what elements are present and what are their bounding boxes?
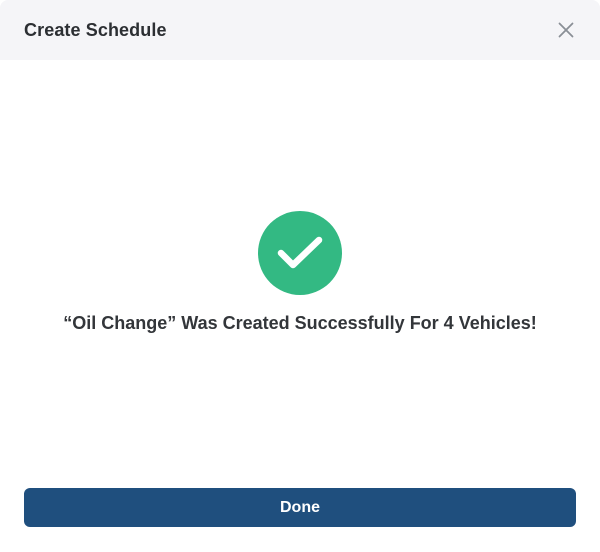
- create-schedule-dialog: Create Schedule “Oil Change” Was Created…: [0, 0, 600, 552]
- close-icon: [558, 22, 574, 38]
- checkmark-icon: [277, 236, 323, 269]
- success-message: “Oil Change” Was Created Successfully Fo…: [63, 313, 537, 333]
- dialog-footer: Done: [24, 488, 576, 527]
- success-badge: [258, 211, 342, 295]
- dialog-header: Create Schedule: [0, 0, 600, 60]
- done-button[interactable]: Done: [24, 488, 576, 527]
- dialog-title: Create Schedule: [24, 19, 167, 40]
- close-button[interactable]: [554, 18, 578, 42]
- dialog-body: “Oil Change” Was Created Successfully Fo…: [0, 60, 600, 472]
